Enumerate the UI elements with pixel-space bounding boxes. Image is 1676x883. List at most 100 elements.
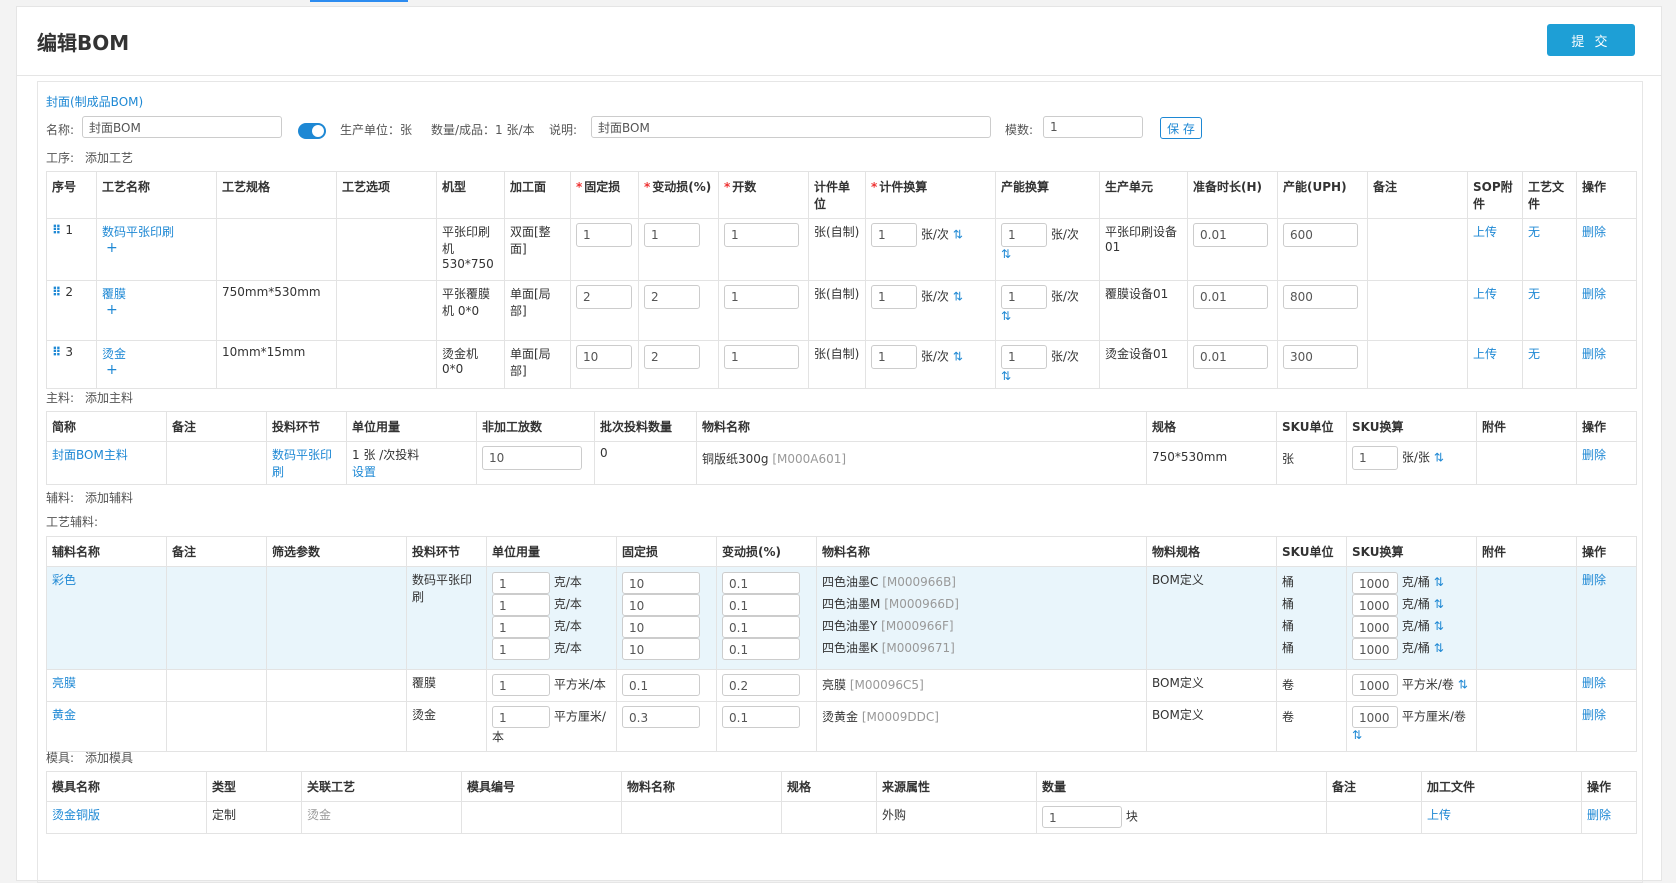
fixed-loss-input[interactable]: 10 bbox=[622, 593, 700, 616]
sku-conversion-input[interactable]: 1000 bbox=[1352, 571, 1398, 594]
variable-loss-input[interactable]: 0.1 bbox=[722, 593, 800, 616]
variable-loss-input[interactable]: 0.1 bbox=[722, 615, 800, 638]
variable-loss-input[interactable]: 0.1 bbox=[722, 571, 800, 594]
uph-input[interactable]: 800 bbox=[1283, 285, 1358, 309]
mold-quantity-input[interactable]: 1 bbox=[1042, 806, 1122, 828]
variable-loss-input[interactable]: 0.2 bbox=[722, 674, 800, 696]
fixed-loss-input[interactable]: 10 bbox=[622, 637, 700, 660]
add-mold-link[interactable]: 添加模具 bbox=[85, 749, 133, 766]
delete-link[interactable]: 删除 bbox=[1576, 701, 1637, 752]
fixed-loss-input[interactable]: 2 bbox=[576, 285, 632, 309]
open-count-input[interactable]: 1 bbox=[724, 345, 799, 369]
swap-vert-icon[interactable]: ⇅ bbox=[1001, 309, 1011, 323]
unit-usage-input[interactable]: 1 bbox=[492, 593, 550, 616]
uph-input[interactable]: 300 bbox=[1283, 345, 1358, 369]
sku-conversion-input[interactable]: 1000 bbox=[1352, 637, 1398, 660]
add-aux-link[interactable]: 添加辅料 bbox=[85, 489, 133, 506]
variable-loss-input[interactable]: 2 bbox=[644, 285, 700, 309]
process-file-link[interactable]: 无 bbox=[1522, 218, 1577, 281]
drag-handle-icon[interactable]: ⠿ bbox=[52, 285, 61, 299]
drag-handle-icon[interactable]: ⠿ bbox=[52, 345, 61, 359]
process-name-link[interactable]: 烫金 bbox=[102, 347, 126, 361]
piece-conversion-input[interactable]: 1 bbox=[871, 223, 917, 247]
variable-loss-input[interactable]: 2 bbox=[644, 345, 700, 369]
piece-conversion-input[interactable]: 1 bbox=[871, 345, 917, 369]
fixed-loss-input[interactable]: 10 bbox=[622, 615, 700, 638]
unit-usage-input[interactable]: 1 bbox=[492, 674, 550, 696]
sku-conversion-input[interactable]: 1000 bbox=[1352, 615, 1398, 638]
sop-upload-link[interactable]: 上传 bbox=[1467, 280, 1523, 341]
delete-link[interactable]: 删除 bbox=[1576, 280, 1637, 341]
delete-link[interactable]: 删除 bbox=[1576, 669, 1637, 702]
swap-vert-icon[interactable]: ⇅ bbox=[953, 228, 963, 242]
swap-vert-icon[interactable]: ⇅ bbox=[1001, 247, 1011, 261]
variable-loss-input[interactable]: 0.1 bbox=[722, 637, 800, 660]
enable-toggle[interactable] bbox=[298, 123, 326, 139]
fixed-loss-input[interactable]: 10 bbox=[576, 345, 632, 369]
capacity-conversion-input[interactable]: 1 bbox=[1001, 285, 1047, 309]
usage-setting-link[interactable]: 设置 bbox=[352, 465, 376, 479]
add-process-link[interactable]: 添加工艺 bbox=[85, 149, 133, 166]
swap-vert-icon[interactable]: ⇅ bbox=[1458, 678, 1468, 692]
aux-name-link[interactable]: 黄金 bbox=[46, 701, 167, 752]
delete-link[interactable]: 删除 bbox=[1576, 441, 1637, 485]
delete-link[interactable]: 删除 bbox=[1576, 340, 1637, 389]
sop-upload-link[interactable]: 上传 bbox=[1467, 340, 1523, 389]
mold-count-input[interactable] bbox=[1043, 116, 1143, 138]
sku-conversion-input[interactable]: 1 bbox=[1352, 446, 1398, 470]
open-count-input[interactable]: 1 bbox=[724, 285, 799, 309]
unit-usage-input[interactable]: 1 bbox=[492, 637, 550, 660]
piece-conversion-input[interactable]: 1 bbox=[871, 285, 917, 309]
variable-loss-input[interactable]: 1 bbox=[644, 223, 700, 247]
drag-handle-icon[interactable]: ⠿ bbox=[52, 223, 61, 237]
plus-icon[interactable]: + bbox=[106, 302, 211, 318]
main-material-name-link[interactable]: 封面BOM主料 bbox=[46, 441, 167, 485]
unit-usage-input[interactable]: 1 bbox=[492, 615, 550, 638]
fixed-loss-input[interactable]: 10 bbox=[622, 571, 700, 594]
save-button[interactable]: 保 存 bbox=[1160, 117, 1202, 139]
description-input[interactable] bbox=[591, 116, 991, 138]
process-file-link[interactable]: 无 bbox=[1522, 340, 1577, 389]
submit-button[interactable]: 提 交 bbox=[1547, 24, 1635, 56]
variable-loss-input[interactable]: 0.1 bbox=[722, 706, 800, 728]
uph-input[interactable]: 600 bbox=[1283, 223, 1358, 247]
feed-step-link[interactable]: 数码平张印刷 bbox=[266, 441, 347, 485]
swap-vert-icon[interactable]: ⇅ bbox=[1352, 728, 1362, 742]
prep-time-input[interactable]: 0.01 bbox=[1193, 285, 1268, 309]
swap-vert-icon[interactable]: ⇅ bbox=[1001, 369, 1011, 383]
aux-name-link[interactable]: 亮膜 bbox=[46, 669, 167, 702]
open-count-input[interactable]: 1 bbox=[724, 223, 799, 247]
sop-upload-link[interactable]: 上传 bbox=[1467, 218, 1523, 281]
capacity-conversion-input[interactable]: 1 bbox=[1001, 345, 1047, 369]
delete-link[interactable]: 删除 bbox=[1576, 566, 1637, 670]
unit-usage-input[interactable]: 1 bbox=[492, 571, 550, 594]
fixed-loss-input[interactable]: 0.1 bbox=[622, 674, 700, 696]
name-input[interactable] bbox=[82, 116, 282, 138]
extra-count-input[interactable]: 10 bbox=[482, 446, 582, 470]
swap-vert-icon[interactable]: ⇅ bbox=[1434, 641, 1444, 655]
process-file-link[interactable]: 无 bbox=[1522, 280, 1577, 341]
prep-time-input[interactable]: 0.01 bbox=[1193, 223, 1268, 247]
swap-vert-icon[interactable]: ⇅ bbox=[953, 350, 963, 364]
aux-name-link[interactable]: 彩色 bbox=[46, 566, 167, 670]
swap-vert-icon[interactable]: ⇅ bbox=[1434, 597, 1444, 611]
swap-vert-icon[interactable]: ⇅ bbox=[1434, 451, 1444, 465]
sku-conversion-input[interactable]: 1000 bbox=[1352, 706, 1398, 728]
sku-conversion-input[interactable]: 1000 bbox=[1352, 593, 1398, 616]
prep-time-input[interactable]: 0.01 bbox=[1193, 345, 1268, 369]
unit-usage-input[interactable]: 1 bbox=[492, 706, 550, 728]
plus-icon[interactable]: + bbox=[106, 240, 211, 256]
swap-vert-icon[interactable]: ⇅ bbox=[953, 290, 963, 304]
swap-vert-icon[interactable]: ⇅ bbox=[1434, 619, 1444, 633]
sku-conversion-input[interactable]: 1000 bbox=[1352, 674, 1398, 696]
capacity-conversion-input[interactable]: 1 bbox=[1001, 223, 1047, 247]
process-name-link[interactable]: 数码平张印刷 bbox=[102, 225, 174, 239]
plus-icon[interactable]: + bbox=[106, 362, 211, 378]
process-name-link[interactable]: 覆膜 bbox=[102, 287, 126, 301]
fixed-loss-input[interactable]: 1 bbox=[576, 223, 632, 247]
swap-vert-icon[interactable]: ⇅ bbox=[1434, 575, 1444, 589]
mold-name-link[interactable]: 烫金铜版 bbox=[46, 801, 207, 834]
fixed-loss-input[interactable]: 0.3 bbox=[622, 706, 700, 728]
add-main-material-link[interactable]: 添加主料 bbox=[85, 389, 133, 406]
mold-file-upload-link[interactable]: 上传 bbox=[1421, 801, 1582, 834]
